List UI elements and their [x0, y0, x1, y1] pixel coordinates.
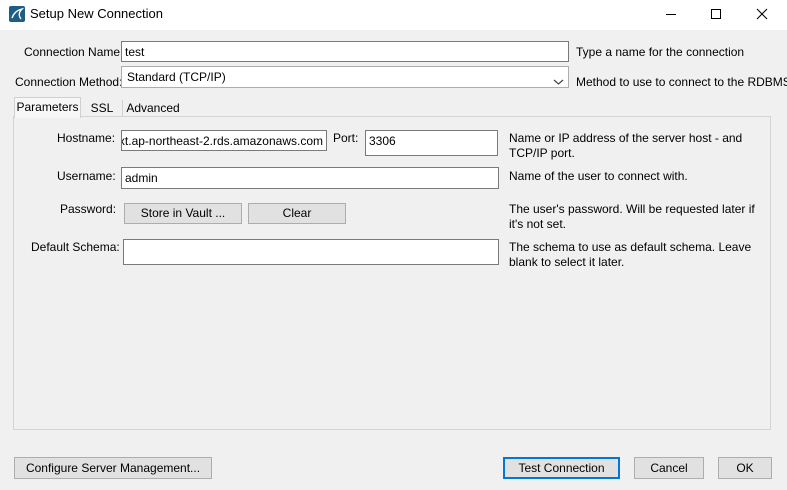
- username-input[interactable]: admin: [121, 167, 499, 189]
- chevron-down-icon: [553, 72, 564, 92]
- hostname-input[interactable]: ıuxt.ap-northeast-2.rds.amazonaws.com: [121, 130, 327, 151]
- hostname-label: Hostname:: [57, 131, 116, 145]
- tab-parameters[interactable]: Parameters: [14, 97, 81, 118]
- connection-method-select[interactable]: Standard (TCP/IP): [121, 66, 569, 88]
- tab-advanced-label: Advanced: [126, 101, 180, 115]
- mysql-workbench-icon: [9, 6, 25, 22]
- ok-button[interactable]: OK: [718, 457, 772, 479]
- connection-name-input[interactable]: test: [121, 41, 569, 62]
- tab-ssl[interactable]: SSL: [82, 100, 122, 117]
- username-help: Name of the user to connect with.: [509, 169, 688, 183]
- store-in-vault-button[interactable]: Store in Vault ...: [124, 203, 242, 224]
- port-input[interactable]: 3306: [365, 130, 498, 156]
- tab-parameters-label: Parameters: [16, 100, 79, 114]
- tab-ssl-label: SSL: [90, 101, 114, 115]
- hostname-help: Name or IP address of the server host - …: [509, 131, 743, 160]
- minimize-icon: [665, 8, 677, 23]
- password-help: The user's password. Will be requested l…: [509, 202, 755, 231]
- test-connection-button[interactable]: Test Connection: [503, 457, 620, 479]
- default-schema-input[interactable]: [123, 239, 499, 265]
- default-schema-label: Default Schema:: [31, 240, 120, 254]
- cancel-button[interactable]: Cancel: [634, 457, 704, 479]
- port-label: Port:: [333, 131, 359, 145]
- close-icon: [756, 8, 768, 23]
- clear-password-button[interactable]: Clear: [248, 203, 346, 224]
- hostname-value: ıuxt.ap-northeast-2.rds.amazonaws.com: [121, 134, 323, 148]
- default-schema-help: The schema to use as default schema. Lea…: [509, 240, 752, 269]
- connection-name-help: Type a name for the connection: [576, 45, 745, 59]
- tab-divider: [122, 100, 123, 116]
- close-button[interactable]: [739, 0, 785, 30]
- maximize-icon: [710, 8, 722, 23]
- tab-advanced[interactable]: Advanced: [124, 100, 182, 117]
- username-label: Username:: [57, 169, 116, 183]
- connection-method-label: Connection Method:: [15, 75, 123, 89]
- connection-method-help: Method to use to connect to the RDBMS: [576, 75, 787, 89]
- connection-name-label: Connection Name:: [24, 45, 124, 59]
- configure-server-management-button[interactable]: Configure Server Management...: [14, 457, 212, 479]
- window-title: Setup New Connection: [30, 6, 163, 21]
- connection-method-value: Standard (TCP/IP): [127, 70, 226, 84]
- minimize-button[interactable]: [648, 0, 694, 30]
- maximize-button[interactable]: [693, 0, 739, 30]
- parameters-panel: [13, 116, 771, 430]
- password-label: Password:: [60, 202, 117, 216]
